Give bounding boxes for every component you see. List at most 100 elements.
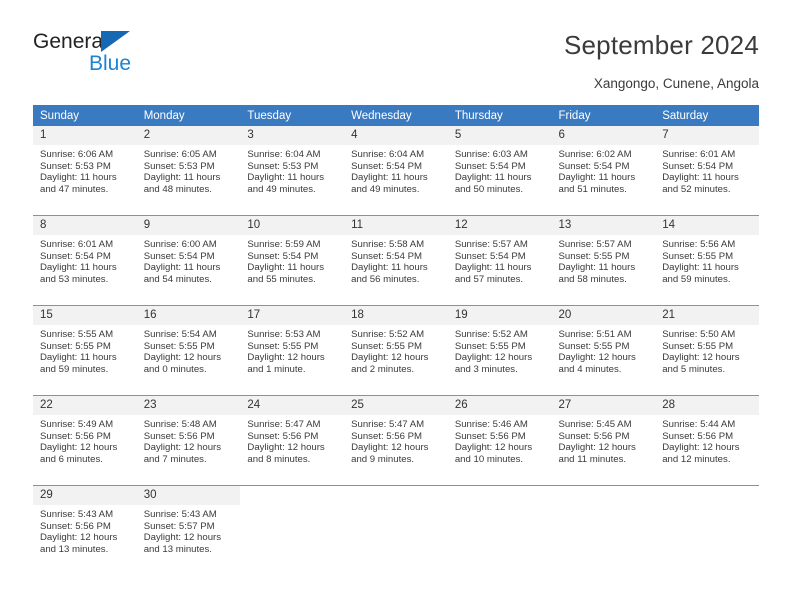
day-number: 5 (447, 126, 552, 145)
day-number: 27 (551, 396, 656, 415)
sunset-text: Sunset: 5:56 PM (662, 430, 734, 442)
calendar-day-cell[interactable]: 28 Sunrise: 5:44 AM Sunset: 5:56 PM Dayligh… (655, 395, 759, 479)
day-box: 22 Sunrise: 5:49 AM Sunset: 5:56 PM Dayligh… (33, 396, 137, 479)
daylight-text-line1: Daylight: 12 hours (143, 442, 222, 454)
day-number: 7 (655, 126, 759, 145)
sunset-text: Sunset: 5:54 PM (247, 250, 319, 262)
calendar-day-cell[interactable]: 25 Sunrise: 5:47 AM Sunset: 5:56 PM Dayligh… (344, 395, 448, 479)
daylight-text-line2: and 49 minutes. (351, 183, 420, 195)
daylight-text-line2: and 7 minutes. (143, 453, 207, 465)
sunset-text: Sunset: 5:56 PM (454, 430, 526, 442)
calendar-day-cell[interactable]: 17 Sunrise: 5:53 AM Sunset: 5:55 PM Dayligh… (240, 305, 345, 389)
calendar-day-cell[interactable]: 12 Sunrise: 5:57 AM Sunset: 5:54 PM Dayligh… (447, 215, 552, 299)
calendar-day-cell[interactable]: 19 Sunrise: 5:52 AM Sunset: 5:55 PM Dayligh… (447, 305, 552, 389)
calendar-day-cell[interactable]: 8 Sunrise: 6:01 AM Sunset: 5:54 PM Daylight… (33, 215, 137, 299)
brand-name-general: General (33, 30, 108, 53)
calendar-day-cell[interactable]: 9 Sunrise: 6:00 AM Sunset: 5:54 PM Daylight… (136, 215, 241, 299)
calendar-day-cell[interactable]: 26 Sunrise: 5:46 AM Sunset: 5:56 PM Dayligh… (447, 395, 552, 479)
calendar-day-cell[interactable]: 11 Sunrise: 5:58 AM Sunset: 5:54 PM Dayligh… (344, 215, 448, 299)
day-number: 9 (136, 216, 241, 235)
sunrise-text: Sunrise: 6:03 AM (454, 149, 528, 160)
calendar-day-cell[interactable]: 13 Sunrise: 5:57 AM Sunset: 5:55 PM Dayligh… (551, 215, 656, 299)
daylight-text-line2: and 57 minutes. (454, 273, 524, 285)
daylight-text-line1: Daylight: 11 hours (40, 262, 117, 274)
page-header: General Blue September 2024 Xangongo, Cu… (0, 0, 792, 100)
sunrise-text: Sunrise: 6:04 AM (351, 149, 425, 160)
calendar-day-cell[interactable]: 3 Sunrise: 6:04 AM Sunset: 5:53 PM Daylight… (240, 126, 345, 209)
calendar-day-cell[interactable]: 22 Sunrise: 5:49 AM Sunset: 5:56 PM Dayligh… (33, 395, 137, 479)
daylight-text-line2: and 1 minute. (247, 363, 306, 375)
day-number: 26 (447, 396, 552, 415)
calendar-day-cell[interactable]: 15 Sunrise: 5:55 AM Sunset: 5:55 PM Dayligh… (33, 305, 137, 389)
calendar-day-cell[interactable]: 18 Sunrise: 5:52 AM Sunset: 5:55 PM Dayligh… (344, 305, 448, 389)
daylight-text-line1: Daylight: 12 hours (40, 442, 118, 454)
day-box: 17 Sunrise: 5:53 AM Sunset: 5:55 PM Dayligh… (240, 306, 345, 389)
calendar-week-row: 8 Sunrise: 6:01 AM Sunset: 5:54 PM Daylight… (33, 215, 759, 299)
calendar-day-cell[interactable]: 29 Sunrise: 5:43 AM Sunset: 5:56 PM Dayligh… (33, 485, 137, 569)
calendar-day-cell[interactable]: 27 Sunrise: 5:45 AM Sunset: 5:56 PM Dayligh… (551, 395, 656, 479)
calendar-day-cell[interactable]: 4 Sunrise: 6:04 AM Sunset: 5:54 PM Daylight… (344, 126, 448, 209)
daylight-text-line1: Daylight: 12 hours (40, 532, 118, 544)
calendar-day-cell[interactable]: 23 Sunrise: 5:48 AM Sunset: 5:56 PM Dayligh… (136, 395, 241, 479)
day-number: 22 (33, 396, 137, 415)
daylight-text-line2: and 5 minutes. (662, 363, 726, 375)
calendar-page: General Blue September 2024 Xangongo, Cu… (0, 0, 792, 612)
day-details: Sunrise: 5:44 AM Sunset: 5:56 PM Daylight:… (655, 415, 759, 465)
day-details: Sunrise: 5:58 AM Sunset: 5:54 PM Daylight:… (344, 235, 448, 285)
day-details: Sunrise: 5:47 AM Sunset: 5:56 PM Daylight:… (344, 415, 448, 465)
sunset-text: Sunset: 5:54 PM (40, 250, 111, 262)
sunrise-text: Sunrise: 5:46 AM (454, 419, 528, 430)
calendar-day-cell[interactable]: 21 Sunrise: 5:50 AM Sunset: 5:55 PM Dayligh… (655, 305, 759, 389)
sunset-text: Sunset: 5:54 PM (454, 250, 526, 262)
calendar-day-cell[interactable]: 5 Sunrise: 6:03 AM Sunset: 5:54 PM Daylight… (447, 126, 552, 209)
brand-logo[interactable]: General Blue (33, 30, 173, 82)
daylight-text-line2: and 47 minutes. (40, 183, 109, 195)
daylight-text-line1: Daylight: 11 hours (143, 262, 221, 274)
sunrise-text: Sunrise: 6:05 AM (143, 149, 217, 160)
day-details: Sunrise: 5:49 AM Sunset: 5:56 PM Daylight:… (33, 415, 137, 465)
day-box: 9 Sunrise: 6:00 AM Sunset: 5:54 PM Daylight… (136, 216, 241, 299)
daylight-text-line2: and 54 minutes. (143, 273, 212, 285)
day-box (240, 486, 344, 569)
calendar-day-cell[interactable]: 24 Sunrise: 5:47 AM Sunset: 5:56 PM Dayligh… (240, 395, 345, 479)
day-box: 1 Sunrise: 6:06 AM Sunset: 5:53 PM Daylight… (33, 126, 137, 209)
calendar-week-row: 15 Sunrise: 5:55 AM Sunset: 5:55 PM Dayligh… (33, 305, 759, 389)
day-details: Sunrise: 6:02 AM Sunset: 5:54 PM Daylight:… (552, 145, 656, 195)
calendar-day-cell[interactable]: 16 Sunrise: 5:54 AM Sunset: 5:55 PM Dayligh… (136, 305, 241, 389)
daylight-text-line1: Daylight: 11 hours (454, 172, 532, 184)
calendar-week-row: 1 Sunrise: 6:06 AM Sunset: 5:53 PM Daylight… (33, 126, 759, 209)
day-details: Sunrise: 6:04 AM Sunset: 5:54 PM Daylight:… (344, 145, 448, 195)
weekday-header-monday: Monday (136, 105, 241, 126)
sunrise-text: Sunrise: 5:54 AM (143, 329, 217, 340)
calendar-day-cell[interactable]: 14 Sunrise: 5:56 AM Sunset: 5:55 PM Dayligh… (655, 215, 759, 299)
day-box: 12 Sunrise: 5:57 AM Sunset: 5:54 PM Dayligh… (447, 216, 552, 299)
daylight-text-line1: Daylight: 11 hours (351, 172, 428, 184)
daylight-text-line1: Daylight: 11 hours (662, 172, 739, 184)
calendar-day-cell[interactable]: 30 Sunrise: 5:43 AM Sunset: 5:57 PM Dayligh… (136, 485, 241, 569)
calendar-day-cell[interactable]: 20 Sunrise: 5:51 AM Sunset: 5:55 PM Dayligh… (551, 305, 656, 389)
calendar-day-cell[interactable]: 6 Sunrise: 6:02 AM Sunset: 5:54 PM Daylight… (551, 126, 656, 209)
sunset-text: Sunset: 5:56 PM (247, 430, 319, 442)
daylight-text-line1: Daylight: 12 hours (558, 352, 636, 364)
day-box (552, 486, 656, 569)
daylight-text-line1: Daylight: 12 hours (143, 352, 222, 364)
day-details: Sunrise: 5:57 AM Sunset: 5:55 PM Daylight:… (552, 235, 656, 285)
day-number: 3 (240, 126, 345, 145)
day-box: 14 Sunrise: 5:56 AM Sunset: 5:55 PM Dayligh… (655, 216, 759, 299)
calendar-day-cell[interactable]: 7 Sunrise: 6:01 AM Sunset: 5:54 PM Daylight… (655, 126, 759, 209)
calendar-day-cell[interactable]: 10 Sunrise: 5:59 AM Sunset: 5:54 PM Dayligh… (240, 215, 345, 299)
daylight-text-line1: Daylight: 12 hours (454, 442, 533, 454)
daylight-text-line1: Daylight: 11 hours (40, 352, 117, 364)
calendar-empty-cell (447, 485, 552, 569)
daylight-text-line2: and 48 minutes. (143, 183, 212, 195)
calendar-day-cell[interactable]: 1 Sunrise: 6:06 AM Sunset: 5:53 PM Daylight… (33, 126, 137, 209)
daylight-text-line1: Daylight: 12 hours (662, 442, 740, 454)
calendar-day-cell[interactable]: 2 Sunrise: 6:05 AM Sunset: 5:53 PM Daylight… (136, 126, 241, 209)
daylight-text-line2: and 58 minutes. (558, 273, 627, 285)
sunset-text: Sunset: 5:55 PM (351, 340, 423, 352)
day-number: 24 (240, 396, 345, 415)
sunrise-text: Sunrise: 5:49 AM (40, 419, 114, 430)
daylight-text-line1: Daylight: 11 hours (662, 262, 739, 274)
day-number: 14 (655, 216, 759, 235)
weekday-header-friday: Friday (551, 105, 656, 126)
